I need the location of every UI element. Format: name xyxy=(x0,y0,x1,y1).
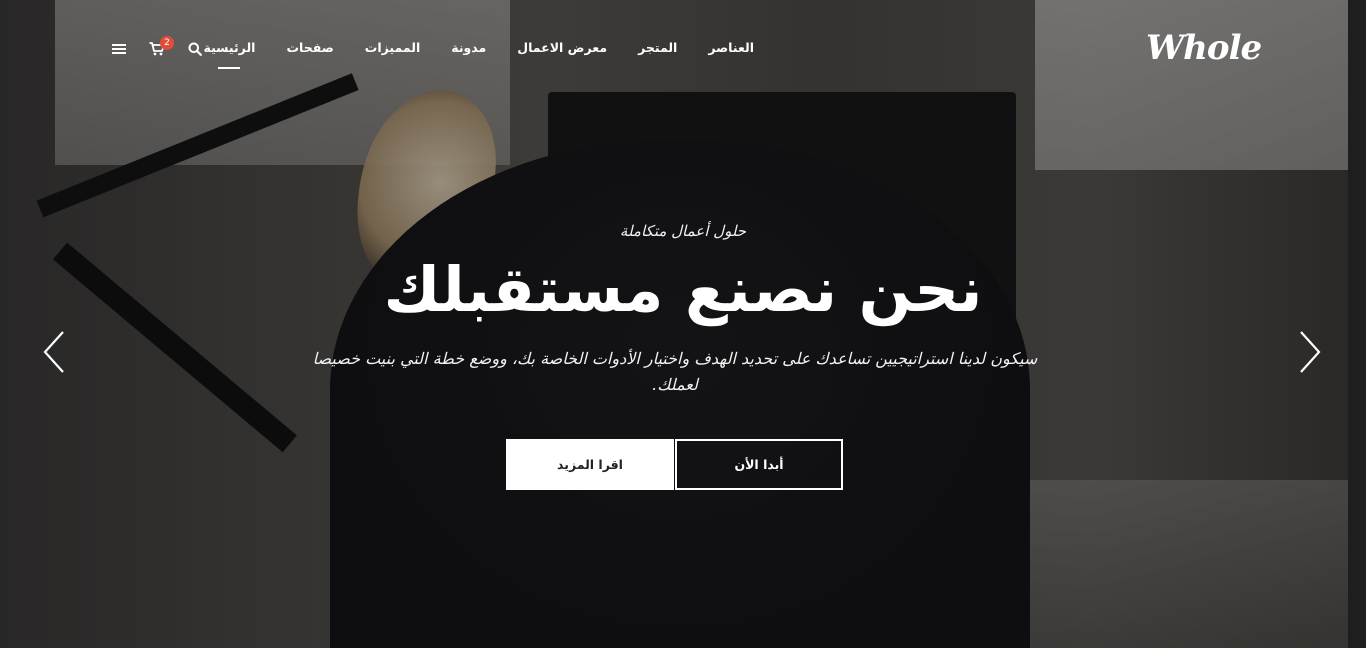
search-icon[interactable] xyxy=(186,40,204,58)
chevron-left-icon[interactable] xyxy=(42,330,66,374)
nav-item-blog[interactable]: مدونة xyxy=(451,40,486,55)
nav-item-elements[interactable]: العناصر xyxy=(708,40,754,55)
read-more-button[interactable]: اقرا المزيد xyxy=(506,439,674,490)
hero-slider: 54 Whole الرئيسية صفحات المميزات مدونة م… xyxy=(0,0,1366,648)
hero-subtitle: حلول أعمال متكاملة xyxy=(619,222,747,240)
hamburger-menu-icon[interactable] xyxy=(110,40,128,58)
hero-title: نحن نصنع مستقبلك xyxy=(383,253,983,326)
cart-count-badge: 2 xyxy=(160,36,174,50)
nav-item-home[interactable]: الرئيسية xyxy=(203,40,255,55)
nav-item-shop[interactable]: المتجر xyxy=(638,40,677,55)
site-logo[interactable]: Whole xyxy=(1146,28,1262,68)
nav-item-pages[interactable]: صفحات xyxy=(286,40,333,55)
nav-item-features[interactable]: المميزات xyxy=(365,40,420,55)
nav-item-portfolio[interactable]: معرض الاعمال xyxy=(517,40,607,55)
start-now-button[interactable]: أبدا الأن xyxy=(675,439,843,490)
chevron-right-icon[interactable] xyxy=(1298,330,1322,374)
main-nav: الرئيسية صفحات المميزات مدونة معرض الاعم… xyxy=(203,40,754,55)
hero-description: سيكون لدينا استراتيجيين تساعدك على تحديد… xyxy=(312,349,1038,394)
